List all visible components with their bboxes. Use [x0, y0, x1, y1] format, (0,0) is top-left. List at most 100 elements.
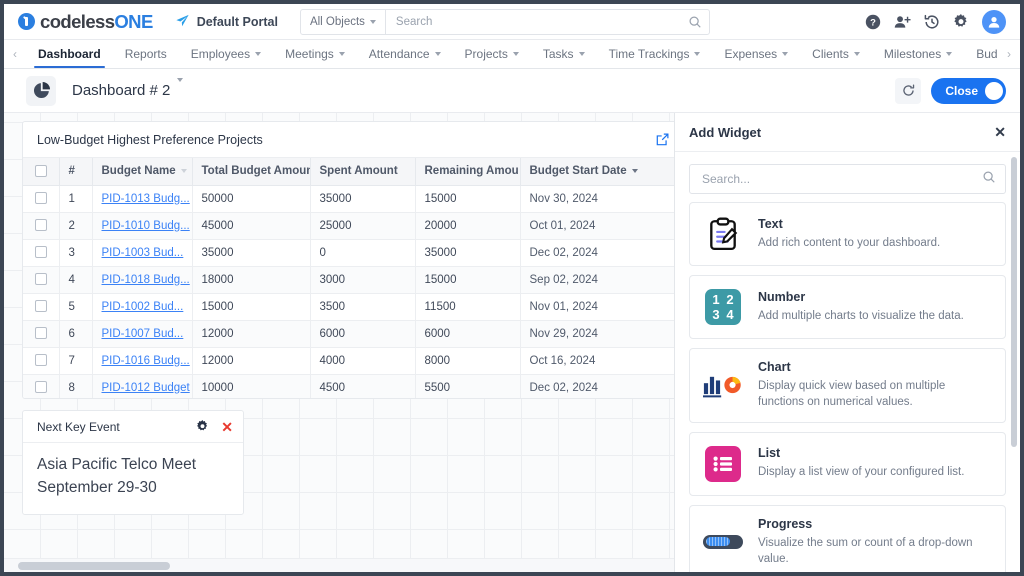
table-scroll-area[interactable]: # Budget Name Total Budget Amount Spent Amo…: [23, 158, 674, 398]
table-row[interactable]: 3 PID-1003 Bud... 35000 0 35000 Dec 02, 2024: [23, 239, 674, 267]
column-header-spent-amount[interactable]: Spent Amount: [310, 158, 416, 186]
budget-name-link[interactable]: PID-1007 Bud...: [102, 328, 184, 340]
object-filter-select[interactable]: All Objects: [301, 9, 386, 34]
column-header-budget-name[interactable]: Budget Name: [92, 158, 193, 186]
budget-name-link[interactable]: PID-1012 Budget: [102, 382, 190, 394]
checkbox-icon[interactable]: [34, 273, 47, 286]
select-all-checkbox[interactable]: [23, 158, 60, 186]
table-row[interactable]: 1 PID-1013 Budg... 50000 35000 15000 Nov 30, …: [23, 185, 674, 213]
nav-item-time-trackings[interactable]: Time Trackings: [597, 40, 713, 68]
gear-icon[interactable]: [953, 13, 969, 30]
nav-item-employees[interactable]: Employees: [179, 40, 273, 68]
table-row[interactable]: 6 PID-1007 Bud... 12000 6000 6000 Nov 29, 202…: [23, 320, 674, 348]
checkbox-icon[interactable]: [34, 219, 47, 232]
table-row[interactable]: 8 PID-1012 Budget 10000 4500 5500 Dec 02, 202…: [23, 374, 674, 398]
checkbox-icon[interactable]: [34, 354, 47, 367]
row-checkbox[interactable]: [23, 347, 60, 375]
help-icon[interactable]: ?: [865, 14, 881, 30]
chevron-down-icon: [338, 52, 345, 56]
widget-option-list[interactable]: List Display a list view of your configur…: [689, 431, 1006, 496]
panel-vertical-scrollbar[interactable]: [1011, 157, 1017, 447]
table-row[interactable]: 2 PID-1010 Budg... 45000 25000 20000 Oct 01, …: [23, 212, 674, 240]
nav-item-clients[interactable]: Clients: [800, 40, 872, 68]
row-checkbox[interactable]: [23, 185, 60, 213]
budget-name-link[interactable]: PID-1002 Bud...: [102, 301, 184, 313]
column-header-total-budget-amount[interactable]: Total Budget Amount: [192, 158, 311, 186]
row-checkbox[interactable]: [23, 293, 60, 321]
nav-item-projects[interactable]: Projects: [453, 40, 531, 68]
checkbox-icon[interactable]: [34, 192, 47, 205]
sort-caret-icon[interactable]: [180, 169, 187, 174]
row-checkbox[interactable]: [23, 374, 60, 398]
search-icon[interactable]: [681, 15, 709, 29]
sort-caret-icon[interactable]: [631, 169, 638, 174]
cell-budget-name[interactable]: PID-1003 Bud...: [92, 239, 193, 267]
checkbox-icon[interactable]: [34, 246, 47, 259]
table-row[interactable]: 4 PID-1018 Budg... 18000 3000 15000 Sep 02, 2…: [23, 266, 674, 294]
checkbox-icon[interactable]: [34, 381, 47, 394]
budget-name-link[interactable]: PID-1018 Budg...: [102, 274, 190, 286]
table-row[interactable]: 5 PID-1002 Bud... 15000 3500 11500 Nov 01, 20…: [23, 293, 674, 321]
budget-name-link[interactable]: PID-1013 Budg...: [102, 193, 190, 205]
cell-remaining-amount: 15000: [415, 185, 521, 213]
nav-item-reports[interactable]: Reports: [113, 40, 179, 68]
widget-option-text[interactable]: Text Add rich content to your dashboard.: [689, 202, 1006, 266]
search-input[interactable]: [385, 15, 681, 28]
close-toggle-button[interactable]: Close: [931, 77, 1006, 104]
widget-search-input[interactable]: [702, 172, 982, 186]
cell-budget-name[interactable]: PID-1010 Budg...: [92, 212, 193, 240]
nav-scroll-right-icon[interactable]: ›: [998, 40, 1020, 68]
nav-scroll-left-icon[interactable]: ‹: [4, 40, 26, 68]
cell-budget-name[interactable]: PID-1002 Bud...: [92, 293, 193, 321]
column-header-remaining-amou[interactable]: Remaining Amou: [415, 158, 521, 186]
panel-close-icon[interactable]: ✕: [994, 124, 1006, 141]
nav-item-expenses[interactable]: Expenses: [712, 40, 800, 68]
history-icon[interactable]: [924, 14, 940, 30]
refresh-button[interactable]: [895, 77, 922, 104]
row-checkbox[interactable]: [23, 212, 60, 240]
nav-item-tasks[interactable]: Tasks: [531, 40, 597, 68]
widget-option-text: Text Add rich content to your dashboard.: [758, 217, 993, 251]
column-header-label: #: [68, 165, 75, 178]
cell-budget-name[interactable]: PID-1013 Budg...: [92, 185, 193, 213]
avatar[interactable]: [982, 9, 1006, 34]
widget-option-progress[interactable]: Progress Visualize the sum or count of a …: [689, 504, 1006, 572]
nav-item-dashboard[interactable]: Dashboard: [26, 40, 113, 68]
row-checkbox[interactable]: [23, 239, 60, 267]
brand-logo[interactable]: codelessONE: [18, 11, 153, 33]
checkbox-icon[interactable]: [34, 300, 47, 313]
budget-name-link[interactable]: PID-1010 Budg...: [102, 220, 190, 232]
nav-item-budgets[interactable]: Budgets: [964, 40, 998, 68]
widget-option-chart[interactable]: Chart Display quick view based on multipl…: [689, 348, 1006, 423]
dashboard-dropdown-chevron-icon[interactable]: [177, 77, 184, 100]
gear-icon[interactable]: [196, 420, 209, 433]
external-link-icon[interactable]: [656, 133, 669, 146]
portal-selector[interactable]: Default Portal: [175, 14, 278, 30]
cell-budget-name[interactable]: PID-1018 Budg...: [92, 266, 193, 294]
cell-budget-name[interactable]: PID-1007 Bud...: [92, 320, 193, 348]
table-row[interactable]: 7 PID-1016 Budg... 12000 4000 8000 Oct 16, 20…: [23, 347, 674, 375]
canvas-horizontal-scrollbar[interactable]: [4, 558, 674, 572]
cell-budget-name[interactable]: PID-1016 Budg...: [92, 347, 193, 375]
cell-spent-amount: 3000: [310, 266, 416, 294]
nav-item-milestones[interactable]: Milestones: [872, 40, 964, 68]
widget-search: [689, 164, 1006, 194]
row-checkbox[interactable]: [23, 266, 60, 294]
column-header--[interactable]: #: [59, 158, 93, 186]
cell-budget-name[interactable]: PID-1012 Budget: [92, 374, 193, 398]
close-icon[interactable]: ✕: [221, 420, 233, 434]
budget-name-link[interactable]: PID-1016 Budg...: [102, 355, 190, 367]
canvas-horizontal-scrollbar-thumb[interactable]: [18, 562, 170, 570]
cell-total-budget-amount: 12000: [192, 347, 311, 375]
nav-item-label: Dashboard: [38, 47, 101, 61]
add-user-icon[interactable]: [894, 14, 911, 30]
checkbox-icon[interactable]: [34, 165, 47, 178]
search-icon[interactable]: [982, 170, 996, 189]
budget-name-link[interactable]: PID-1003 Bud...: [102, 247, 184, 259]
nav-item-meetings[interactable]: Meetings: [273, 40, 357, 68]
nav-item-attendance[interactable]: Attendance: [357, 40, 453, 68]
widget-option-number[interactable]: 1 2 3 4 Number Add multiple charts to visuali…: [689, 275, 1006, 339]
column-header-budget-start-date[interactable]: Budget Start Date: [520, 158, 674, 186]
checkbox-icon[interactable]: [34, 327, 47, 340]
row-checkbox[interactable]: [23, 320, 60, 348]
